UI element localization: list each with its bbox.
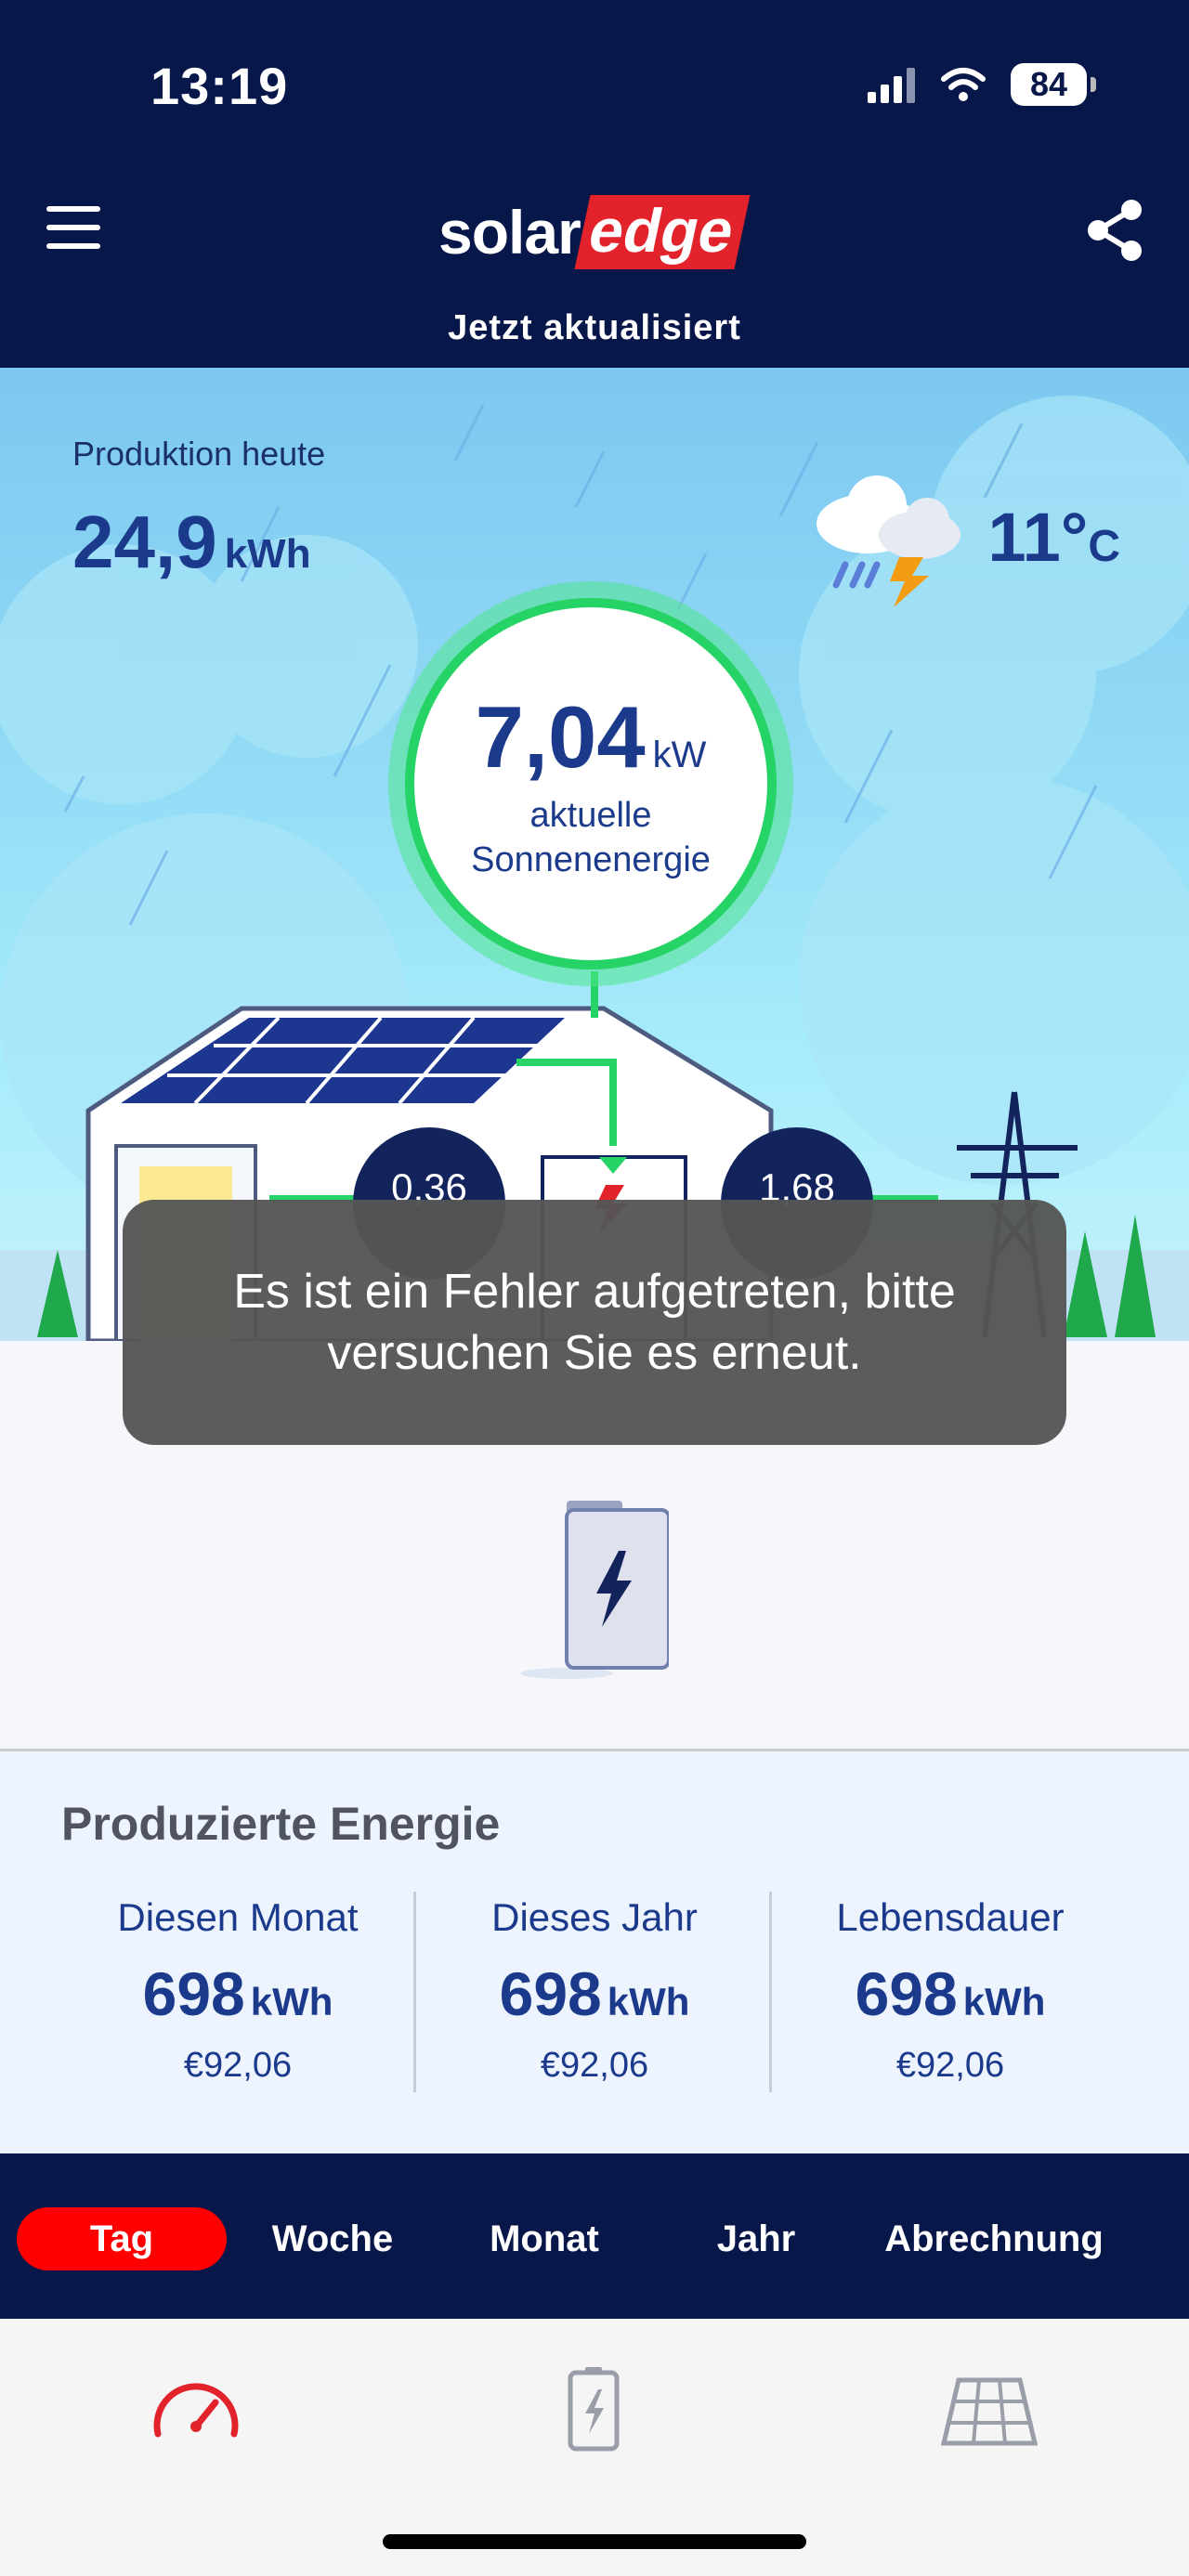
stat-value: 698 kWh — [774, 1958, 1127, 2029]
produced-energy-section: Produzierte Energie Diesen Monat 698 kWh … — [0, 1752, 1189, 2153]
production-value: 24,9 kWh — [72, 500, 311, 585]
stat-value: 698 kWh — [418, 1958, 771, 2029]
update-status: Jetzt aktualisiert — [448, 308, 741, 347]
energy-flow-hero: Produktion heute 24,9 kWh 11°C 7,04 kW akt… — [0, 368, 1189, 1341]
stat-number: 698 — [499, 1959, 602, 2028]
stat-money: €92,06 — [183, 2046, 293, 2085]
stat-unit: kWh — [962, 1980, 1046, 2023]
stat-number: 698 — [142, 1959, 245, 2028]
period-tab-bar: Tag Woche Monat Jahr Abrechnung — [0, 2153, 1189, 2319]
stat-label: Lebensdauer — [836, 1895, 1065, 1939]
logo-edge-text: edge — [574, 195, 751, 269]
battery-indicator: 84 — [1011, 63, 1096, 106]
wifi-icon — [941, 68, 986, 101]
current-power-unit: kW — [652, 735, 707, 775]
app-header: solar edge Jetzt aktualisiert — [0, 176, 1189, 368]
produced-energy-title: Produzierte Energie — [61, 1798, 501, 1850]
solar-panel-icon[interactable] — [938, 2361, 1040, 2454]
weather-temperature: 11°C — [988, 498, 1121, 577]
status-icons: 84 — [868, 63, 1096, 106]
temperature-unit: C — [1088, 522, 1120, 571]
stat-label: Diesen Monat — [117, 1895, 359, 1939]
share-icon[interactable] — [1085, 197, 1146, 264]
tab-week[interactable]: Woche — [251, 2207, 414, 2270]
stat-money: €92,06 — [895, 2046, 1005, 2085]
tab-month[interactable]: Monat — [463, 2207, 626, 2270]
status-bar: 13:19 84 — [0, 0, 1189, 176]
solaredge-logo: solar edge — [438, 193, 751, 271]
dashboard-gauge-icon[interactable] — [145, 2361, 247, 2454]
battery-icon[interactable] — [542, 2361, 645, 2454]
tab-billing[interactable]: Abrechnung — [856, 2207, 1131, 2270]
stat-this-month: Diesen Monat 698 kWh €92,06 — [61, 1895, 414, 2086]
stat-unit: kWh — [607, 1980, 690, 2023]
stat-lifetime: Lebensdauer 698 kWh €92,06 — [774, 1895, 1127, 2086]
production-label: Produktion heute — [72, 435, 326, 473]
current-power-circle[interactable]: 7,04 kW aktuelle Sonnenenergie — [405, 598, 777, 969]
stat-divider — [769, 1892, 772, 2092]
production-unit: kWh — [224, 531, 311, 577]
current-power-caption: aktuelle Sonnenenergie — [414, 793, 767, 882]
stat-label: Dieses Jahr — [491, 1895, 698, 1939]
error-toast: Es ist ein Fehler aufgetreten, bitte ver… — [123, 1200, 1066, 1445]
menu-icon[interactable] — [46, 206, 102, 249]
battery-storage-icon[interactable] — [520, 1499, 669, 1685]
stat-unit: kWh — [250, 1980, 333, 2023]
stat-number: 698 — [855, 1959, 958, 2028]
stat-value: 698 kWh — [61, 1958, 414, 2029]
production-number: 24,9 — [72, 501, 217, 583]
current-power-value: 7,04 — [475, 688, 646, 786]
caption-line-2: Sonnenenergie — [471, 840, 711, 879]
stat-this-year: Dieses Jahr 698 kWh €92,06 — [418, 1895, 771, 2086]
bottom-navigation — [0, 2319, 1189, 2576]
tab-year[interactable]: Jahr — [674, 2207, 838, 2270]
signal-icon — [868, 68, 915, 103]
current-power-line: 7,04 kW — [414, 687, 767, 787]
thunderstorm-icon — [817, 475, 960, 607]
logo-solar-text: solar — [438, 198, 581, 267]
stat-divider — [413, 1892, 416, 2092]
home-indicator[interactable] — [383, 2534, 806, 2549]
temperature-value: 11° — [987, 499, 1089, 576]
caption-line-1: aktuelle — [529, 796, 652, 835]
status-time: 13:19 — [150, 57, 289, 115]
tab-day[interactable]: Tag — [17, 2207, 227, 2270]
stat-money: €92,06 — [540, 2046, 649, 2085]
